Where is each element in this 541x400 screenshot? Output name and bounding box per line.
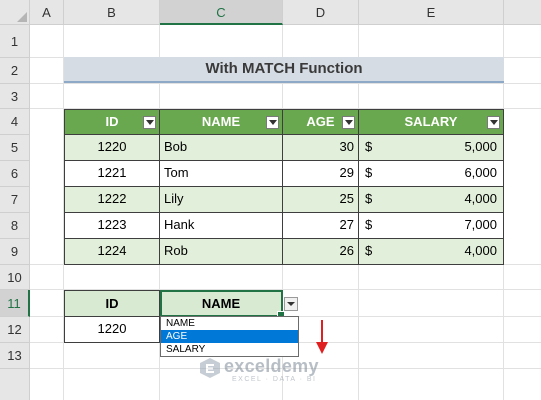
lookup-header-name-cell[interactable]: NAME	[160, 290, 283, 317]
row-header-blank	[0, 369, 30, 400]
table-cell-salary[interactable]: $7,000	[359, 213, 504, 239]
gridline	[30, 83, 541, 84]
table-cell-name[interactable]: Rob	[160, 239, 283, 265]
table-cell-id[interactable]: 1223	[64, 213, 160, 239]
table-cell-salary[interactable]: $4,000	[359, 239, 504, 265]
column-header-c[interactable]: C	[160, 0, 283, 25]
column-header-blank	[504, 0, 541, 25]
table-cell-age[interactable]: 30	[283, 135, 359, 161]
table-cell-age[interactable]: 27	[283, 213, 359, 239]
table-cell-name[interactable]: Hank	[160, 213, 283, 239]
table-cell-name[interactable]: Lily	[160, 187, 283, 213]
currency-symbol: $	[365, 191, 373, 206]
table-cell-age[interactable]: 26	[283, 239, 359, 265]
table-cell-salary[interactable]: $4,000	[359, 187, 504, 213]
column-header-a[interactable]: A	[30, 0, 64, 25]
row-header-11[interactable]: 11	[0, 290, 30, 317]
watermark-subtext: EXCEL · DATA · BI	[232, 376, 317, 383]
table-cell-salary[interactable]: $6,000	[359, 161, 504, 187]
row-header-5[interactable]: 5	[0, 135, 30, 161]
table-cell-name[interactable]: Bob	[160, 135, 283, 161]
row-header-4[interactable]: 4	[0, 109, 30, 135]
table-header-name[interactable]: NAME	[160, 109, 283, 135]
dropdown-option-age[interactable]: AGE	[161, 330, 298, 343]
select-all-corner[interactable]	[0, 0, 30, 25]
column-header-e[interactable]: E	[359, 0, 504, 25]
column-header-d[interactable]: D	[283, 0, 359, 25]
filter-dropdown-icon[interactable]	[487, 116, 500, 129]
row-header-3[interactable]: 3	[0, 84, 30, 109]
table-cell-age[interactable]: 25	[283, 187, 359, 213]
lookup-header-id[interactable]: ID	[64, 290, 160, 317]
select-all-triangle-icon	[17, 12, 27, 22]
table-cell-id[interactable]: 1220	[64, 135, 160, 161]
table-header-salary-label: SALARY	[404, 114, 458, 129]
salary-amount: 5,000	[464, 139, 497, 154]
watermark-text: exceldemy	[224, 356, 319, 376]
data-validation-list[interactable]: NAME AGE SALARY	[160, 316, 299, 357]
row-header-2[interactable]: 2	[0, 58, 30, 84]
row-header-8[interactable]: 8	[0, 213, 30, 239]
table-header-name-label: NAME	[201, 114, 241, 129]
table-header-salary[interactable]: SALARY	[359, 109, 504, 135]
salary-amount: 7,000	[464, 217, 497, 232]
row-header-1[interactable]: 1	[0, 25, 30, 58]
filter-dropdown-icon[interactable]	[266, 116, 279, 129]
table-cell-name[interactable]: Tom	[160, 161, 283, 187]
table-cell-age[interactable]: 29	[283, 161, 359, 187]
lookup-value-id[interactable]: 1220	[64, 317, 160, 343]
row-header-10[interactable]: 10	[0, 265, 30, 290]
sheet-title[interactable]: With MATCH Function	[64, 57, 504, 83]
row-header-9[interactable]: 9	[0, 239, 30, 265]
table-cell-salary[interactable]: $5,000	[359, 135, 504, 161]
filter-dropdown-icon[interactable]	[342, 116, 355, 129]
column-header-b[interactable]: B	[64, 0, 160, 25]
dropdown-option-name[interactable]: NAME	[161, 317, 298, 330]
red-down-arrow-icon	[316, 320, 328, 354]
salary-amount: 4,000	[464, 191, 497, 206]
table-header-age[interactable]: AGE	[283, 109, 359, 135]
table-header-age-label: AGE	[306, 114, 335, 129]
exceldemy-logo-icon	[200, 358, 220, 378]
table-header-id[interactable]: ID	[64, 109, 160, 135]
currency-symbol: $	[365, 243, 373, 258]
exceldemy-watermark: exceldemy EXCEL · DATA · BI	[198, 354, 343, 384]
table-cell-id[interactable]: 1222	[64, 187, 160, 213]
currency-symbol: $	[365, 139, 373, 154]
row-header-13[interactable]: 13	[0, 343, 30, 369]
salary-amount: 6,000	[464, 165, 497, 180]
table-cell-id[interactable]: 1221	[64, 161, 160, 187]
filter-dropdown-icon[interactable]	[143, 116, 156, 129]
row-header-7[interactable]: 7	[0, 187, 30, 213]
row-header-12[interactable]: 12	[0, 317, 30, 343]
table-header-id-label: ID	[105, 114, 119, 129]
data-validation-dropdown-button[interactable]	[284, 297, 298, 311]
salary-amount: 4,000	[464, 243, 497, 258]
currency-symbol: $	[365, 217, 373, 232]
table-cell-id[interactable]: 1224	[64, 239, 160, 265]
row-header-6[interactable]: 6	[0, 161, 30, 187]
currency-symbol: $	[365, 165, 373, 180]
